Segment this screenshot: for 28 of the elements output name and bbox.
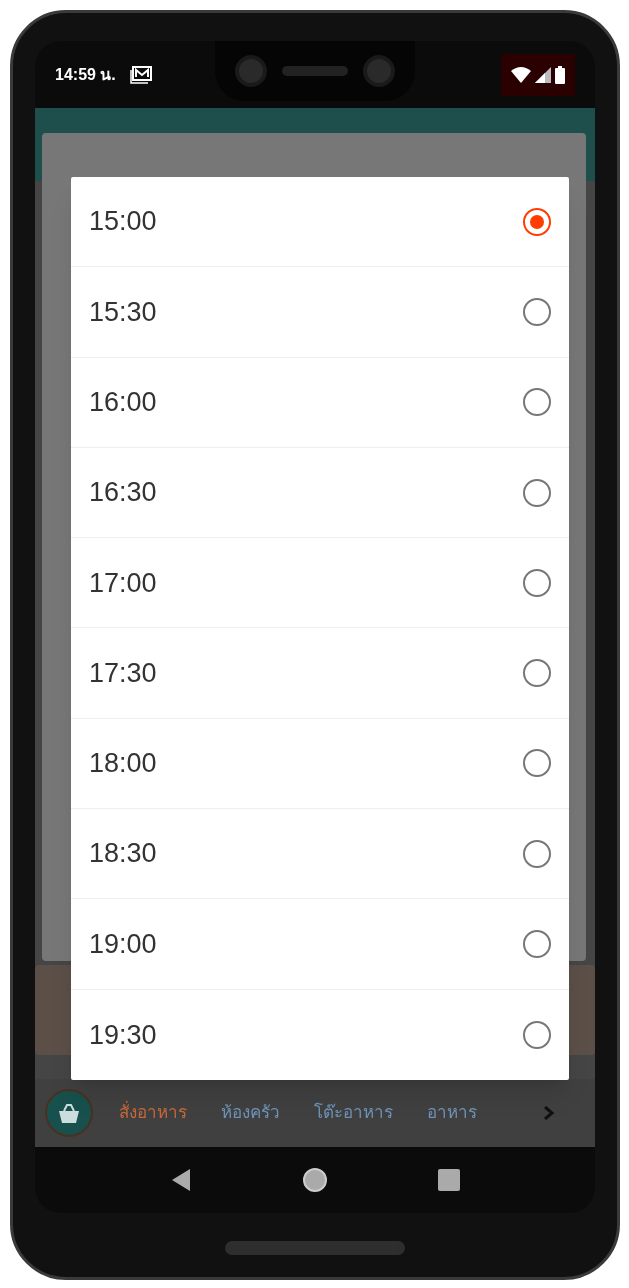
- time-option-label[interactable]: 17:00: [89, 562, 157, 604]
- time-option-label[interactable]: 15:30: [89, 291, 157, 333]
- radio-button[interactable]: [523, 568, 551, 597]
- status-time: 14:59 น.: [55, 64, 116, 85]
- time-option-label[interactable]: 15:00: [89, 201, 157, 242]
- mail-icon: [129, 65, 152, 84]
- radio-button[interactable]: [523, 839, 551, 868]
- time-option-label[interactable]: 18:00: [89, 743, 157, 784]
- back-icon[interactable]: [170, 1168, 192, 1192]
- time-option-label[interactable]: 17:30: [89, 652, 157, 694]
- wifi-icon: [511, 66, 531, 83]
- home-icon[interactable]: [302, 1167, 328, 1193]
- radio-button[interactable]: [523, 930, 551, 958]
- time-option-label[interactable]: 16:30: [89, 472, 157, 513]
- time-option-label[interactable]: 18:30: [89, 833, 157, 874]
- radio-button[interactable]: [523, 749, 551, 778]
- basket-icon: [45, 1089, 93, 1137]
- radio-button[interactable]: [523, 297, 551, 326]
- battery-icon: [555, 65, 565, 84]
- radio-button[interactable]: [523, 1020, 551, 1049]
- time-option-label[interactable]: 16:00: [89, 382, 157, 423]
- time-option-label[interactable]: 19:00: [89, 923, 157, 965]
- radio-button[interactable]: [523, 388, 551, 417]
- radio-button[interactable]: [523, 659, 551, 688]
- signal-icon: [535, 66, 551, 83]
- time-option-label[interactable]: 19:30: [89, 1014, 157, 1056]
- radio-button[interactable]: [523, 207, 551, 236]
- radio-button[interactable]: [523, 478, 551, 507]
